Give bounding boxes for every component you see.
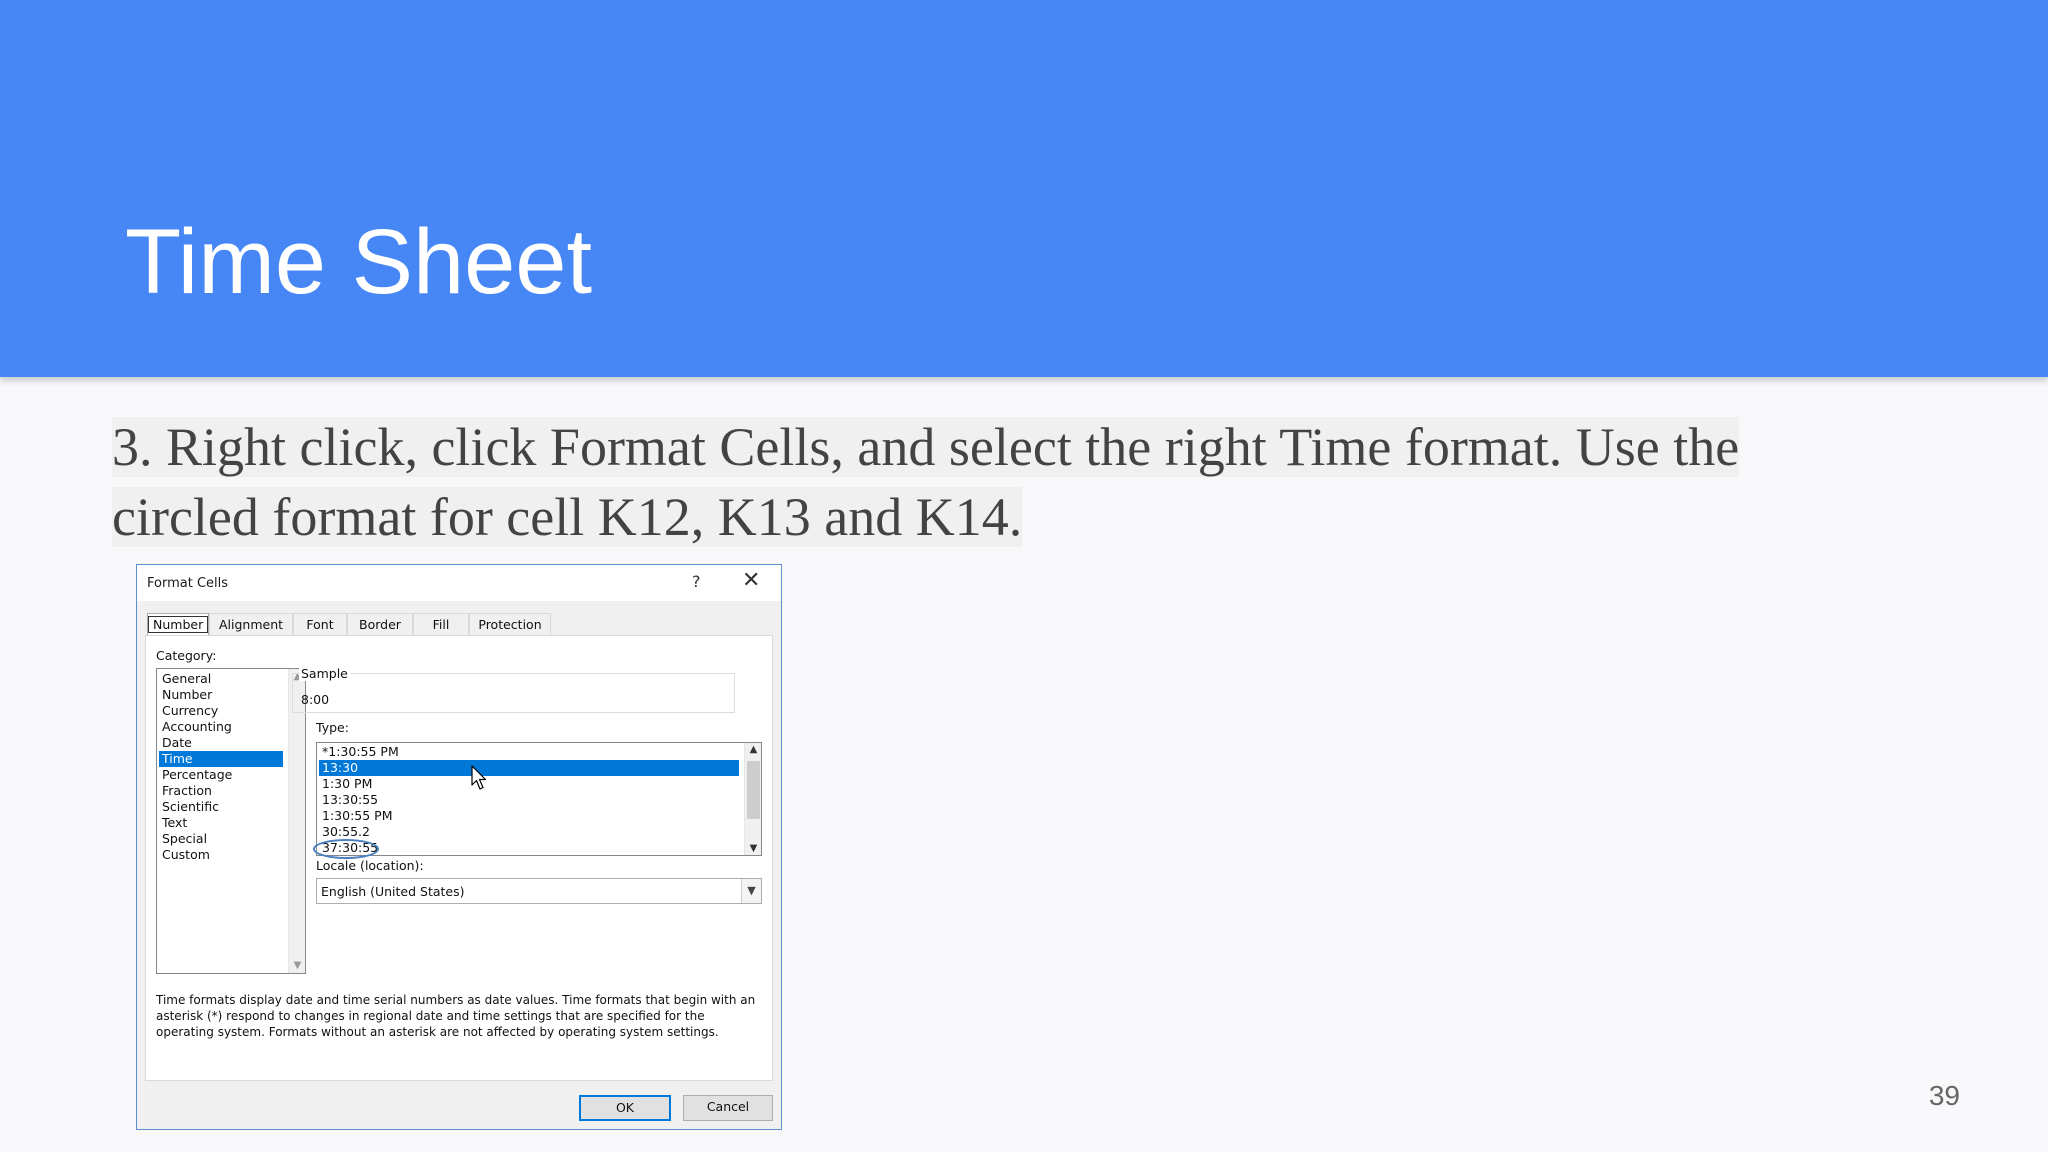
type-item[interactable]: 13:30:55 <box>319 792 739 808</box>
type-item-circled[interactable]: 37:30:55 <box>319 840 739 856</box>
category-item[interactable]: Scientific <box>159 799 283 815</box>
ok-button[interactable]: OK <box>579 1095 671 1121</box>
instruction-line-2: circled format for cell K12, K13 and K14… <box>112 487 1023 547</box>
type-item[interactable]: 1:30 PM <box>319 776 739 792</box>
category-item[interactable]: Fraction <box>159 783 283 799</box>
mouse-cursor-icon <box>471 765 487 790</box>
category-item[interactable]: Number <box>159 687 283 703</box>
scroll-down-icon[interactable]: ▼ <box>745 843 762 854</box>
tab-fill[interactable]: Fill <box>413 613 469 635</box>
annotation-circle <box>313 839 379 859</box>
type-label: Type: <box>316 720 349 735</box>
number-tab-panel: Category: General Number Currency Accoun… <box>145 635 773 1081</box>
type-item[interactable]: *1:30:55 PM <box>319 744 739 760</box>
type-scrollbar[interactable]: ▲ ▼ <box>744 743 761 855</box>
category-item[interactable]: Text <box>159 815 283 831</box>
type-item-selected[interactable]: 13:30 <box>319 760 739 776</box>
locale-value: English (United States) <box>321 884 465 899</box>
slide-title: Time Sheet <box>125 211 593 313</box>
category-item[interactable]: Percentage <box>159 767 283 783</box>
tab-border[interactable]: Border <box>347 613 413 635</box>
locale-dropdown[interactable]: English (United States) ▼ <box>316 878 762 904</box>
category-item[interactable]: General <box>159 671 283 687</box>
tab-protection[interactable]: Protection <box>469 613 551 635</box>
format-description: Time formats display date and time seria… <box>156 993 756 1039</box>
tab-font[interactable]: Font <box>293 613 347 635</box>
category-item[interactable]: Custom <box>159 847 283 863</box>
instruction-text: 3. Right click, click Format Cells, and … <box>112 412 1792 552</box>
tab-alignment[interactable]: Alignment <box>209 613 293 635</box>
category-list[interactable]: General Number Currency Accounting Date … <box>156 668 306 974</box>
close-icon[interactable]: ✕ <box>742 568 760 593</box>
tab-number[interactable]: Number <box>147 613 209 636</box>
sample-group: Sample 8:00 <box>292 666 735 713</box>
format-cells-dialog: Format Cells ? ✕ Number Alignment Font B… <box>136 564 782 1130</box>
sample-value: 8:00 <box>301 692 330 707</box>
category-label: Category: <box>156 648 217 663</box>
category-scrollbar[interactable]: ▲ ▼ <box>288 669 305 973</box>
scroll-thumb[interactable] <box>747 761 760 819</box>
page-number: 39 <box>1928 1080 1960 1111</box>
category-item[interactable]: Date <box>159 735 283 751</box>
category-item[interactable]: Accounting <box>159 719 283 735</box>
chevron-down-icon[interactable]: ▼ <box>741 879 761 903</box>
type-list[interactable]: *1:30:55 PM 13:30 1:30 PM 13:30:55 1:30:… <box>313 742 762 859</box>
scroll-up-icon[interactable]: ▲ <box>745 744 762 755</box>
category-item-selected[interactable]: Time <box>159 751 283 767</box>
sample-label: Sample <box>299 666 350 681</box>
slide-header-band: Time Sheet <box>0 0 2048 377</box>
type-item[interactable]: 30:55.2 <box>319 824 739 840</box>
instruction-line-1: 3. Right click, click Format Cells, and … <box>112 417 1740 477</box>
dialog-title: Format Cells <box>147 576 229 591</box>
category-item[interactable]: Special <box>159 831 283 847</box>
dialog-titlebar: Format Cells ? ✕ <box>137 565 781 601</box>
type-item[interactable]: 1:30:55 PM <box>319 808 739 824</box>
locale-label: Locale (location): <box>316 858 424 873</box>
cancel-button[interactable]: Cancel <box>683 1095 773 1121</box>
scroll-down-icon[interactable]: ▼ <box>289 960 306 971</box>
category-item[interactable]: Currency <box>159 703 283 719</box>
help-icon[interactable]: ? <box>692 572 701 591</box>
